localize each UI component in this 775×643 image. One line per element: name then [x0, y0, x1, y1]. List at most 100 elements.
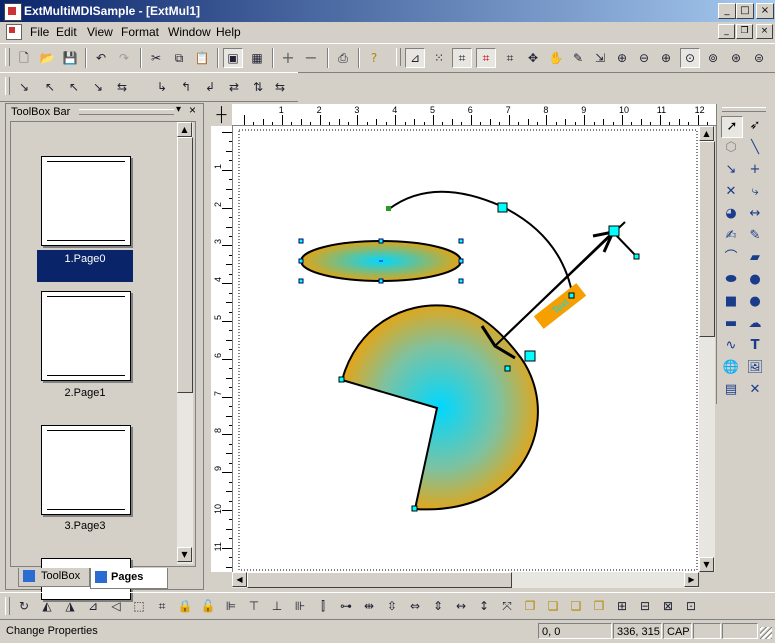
align-tool-4[interactable]: ↘ — [88, 77, 108, 97]
bounds-icon[interactable]: ⌗ — [452, 48, 472, 68]
mirror-vertical-icon[interactable]: ◁ — [106, 596, 126, 616]
dimension-tool-icon[interactable]: ↔ — [745, 204, 765, 224]
menu-help[interactable]: Help — [216, 25, 241, 39]
print-icon[interactable]: ⎙ — [333, 48, 353, 68]
center-horizontal-icon[interactable]: ⫿ — [313, 596, 333, 616]
rotated-text-label[interactable]: Text — [533, 283, 587, 329]
align-tool-9[interactable]: ⇄ — [224, 77, 244, 97]
pointer-tool-icon[interactable]: ➚ — [721, 116, 743, 138]
align-tool-7[interactable]: ↰ — [176, 77, 196, 97]
arrow-line-2[interactable] — [504, 221, 626, 337]
align-top-icon[interactable]: ⊤ — [244, 596, 264, 616]
pie-tool-icon[interactable]: ◕ — [721, 204, 741, 224]
mirror-icon[interactable]: ⊿ — [83, 596, 103, 616]
align-tool-6[interactable]: ↳ — [152, 77, 172, 97]
flip-right-icon[interactable]: ◮ — [60, 596, 80, 616]
scroll-up-button[interactable]: ▲ — [177, 122, 192, 137]
frame-red-icon[interactable]: ⌗ — [476, 48, 496, 68]
paste-icon[interactable]: 📋 — [192, 48, 212, 68]
zoom-plus-icon[interactable]: ⊕ — [656, 48, 676, 68]
lock-icon[interactable]: 🔒 — [175, 596, 195, 616]
distribute-h-icon[interactable]: ⊞ — [612, 596, 632, 616]
image-tool-icon[interactable]: 🖼 — [745, 358, 765, 378]
send-backward-icon[interactable]: ❒ — [589, 596, 609, 616]
space-horizontal-icon[interactable]: ⇔ — [405, 596, 425, 616]
zoom-add-icon[interactable]: + — [278, 48, 298, 68]
canvas-scroll-left[interactable]: ◀ — [232, 572, 247, 587]
table-icon[interactable]: ▦ — [247, 48, 267, 68]
cloud-shape-icon[interactable]: ☁ — [745, 314, 765, 334]
align-left-icon[interactable]: ⊫ — [221, 596, 241, 616]
ungroup-icon[interactable]: ⌗ — [152, 596, 172, 616]
arc-start-handle[interactable] — [386, 206, 391, 211]
cross-tool-icon[interactable]: + — [745, 160, 765, 180]
size-both-icon[interactable]: ⤧ — [497, 596, 517, 616]
menu-format[interactable]: Format — [121, 25, 159, 39]
canvas-scroll-up[interactable]: ▲ — [699, 126, 714, 141]
rounded-rect-icon[interactable]: ▬ — [721, 314, 741, 334]
cut-icon[interactable]: ✂ — [146, 48, 166, 68]
canvas-hscroll[interactable]: ◀ ▶ — [232, 572, 699, 588]
space-vertical-icon[interactable]: ⇕ — [428, 596, 448, 616]
frame-icon[interactable]: ⌗ — [500, 48, 520, 68]
zoom-page-icon[interactable]: ⊚ — [703, 48, 723, 68]
zoom-out-icon[interactable]: ⊖ — [634, 48, 654, 68]
export-icon[interactable]: ⇲ — [590, 48, 610, 68]
filled-circle-icon[interactable]: ● — [745, 292, 765, 312]
bring-forward-icon[interactable]: ❑ — [566, 596, 586, 616]
distribute-v-icon[interactable]: ⊟ — [635, 596, 655, 616]
align-tool-3[interactable]: ↖ — [64, 77, 84, 97]
same-height-icon[interactable]: ⇳ — [382, 596, 402, 616]
line-tool-icon[interactable]: ╲ — [745, 138, 765, 158]
align-right-icon[interactable]: ⊪ — [290, 596, 310, 616]
arc-tool-icon[interactable]: ⤷ — [745, 182, 765, 202]
send-back-icon[interactable]: ❏ — [543, 596, 563, 616]
close-tool-icon[interactable]: ✕ — [745, 380, 765, 400]
mdi-minimize-button[interactable]: _ — [718, 24, 735, 39]
align-tool-8[interactable]: ↲ — [200, 77, 220, 97]
arc-mid-handle[interactable] — [497, 202, 508, 213]
curve-polygon-icon[interactable]: ⌒ — [721, 248, 741, 268]
align-tool-2[interactable]: ↖ — [40, 77, 60, 97]
arrow-start-handle[interactable] — [504, 365, 511, 372]
connector-handle[interactable] — [633, 253, 640, 260]
open-icon[interactable]: 📂 — [37, 48, 57, 68]
unlock-icon[interactable]: 🔓 — [198, 596, 218, 616]
window-tool-icon[interactable]: ▤ — [721, 380, 741, 400]
same-width-icon[interactable]: ⇹ — [359, 596, 379, 616]
center-page-v-icon[interactable]: ⊡ — [681, 596, 701, 616]
zoom-width-icon[interactable]: ⊛ — [726, 48, 746, 68]
copy-icon[interactable]: ⧉ — [169, 48, 189, 68]
grid-snap-icon[interactable]: ⊿ — [405, 48, 425, 68]
menu-edit[interactable]: Edit — [56, 25, 77, 39]
maximize-button[interactable]: □ — [736, 3, 754, 19]
drawing-canvas[interactable]: Text — [233, 126, 699, 572]
redo-icon[interactable]: ↷ — [114, 48, 134, 68]
size-height-icon[interactable]: ↕ — [474, 596, 494, 616]
node-select-icon[interactable]: ➶ — [745, 116, 765, 136]
globe-tool-icon[interactable]: 🌐 — [721, 358, 741, 378]
document-icon[interactable] — [6, 24, 22, 40]
app-icon[interactable] — [4, 3, 22, 21]
group-icon[interactable]: ⬚ — [129, 596, 149, 616]
zoom-height-icon[interactable]: ⊜ — [749, 48, 769, 68]
align-tool-5[interactable]: ⇆ — [112, 77, 132, 97]
move-icon[interactable]: ✥ — [523, 48, 543, 68]
page-list-scrollbar[interactable]: ▲ ▼ — [177, 122, 193, 564]
scroll-down-button[interactable]: ▼ — [177, 547, 192, 562]
zoom-in-icon[interactable]: ⊕ — [612, 48, 632, 68]
text-handle[interactable] — [568, 292, 575, 299]
layout-icon[interactable]: ▣ — [223, 48, 243, 68]
help-icon[interactable]: ? — [364, 48, 384, 68]
align-tool-10[interactable]: ⇅ — [248, 77, 268, 97]
pie-handle-left[interactable] — [338, 376, 345, 383]
canvas-vscroll[interactable]: ▲ ▼ — [699, 126, 715, 572]
size-width-icon[interactable]: ↔ — [451, 596, 471, 616]
canvas-scroll-right[interactable]: ▶ — [684, 572, 699, 587]
ruler-corner[interactable]: ┼ — [211, 104, 232, 125]
menu-file[interactable]: File — [30, 25, 49, 39]
text-tool-icon[interactable]: T — [745, 336, 765, 356]
zoom-fit-icon[interactable]: ⊙ — [680, 48, 700, 68]
brush-tool-icon[interactable]: ✎ — [745, 226, 765, 246]
hand-pan-icon[interactable]: ✋ — [546, 48, 566, 68]
